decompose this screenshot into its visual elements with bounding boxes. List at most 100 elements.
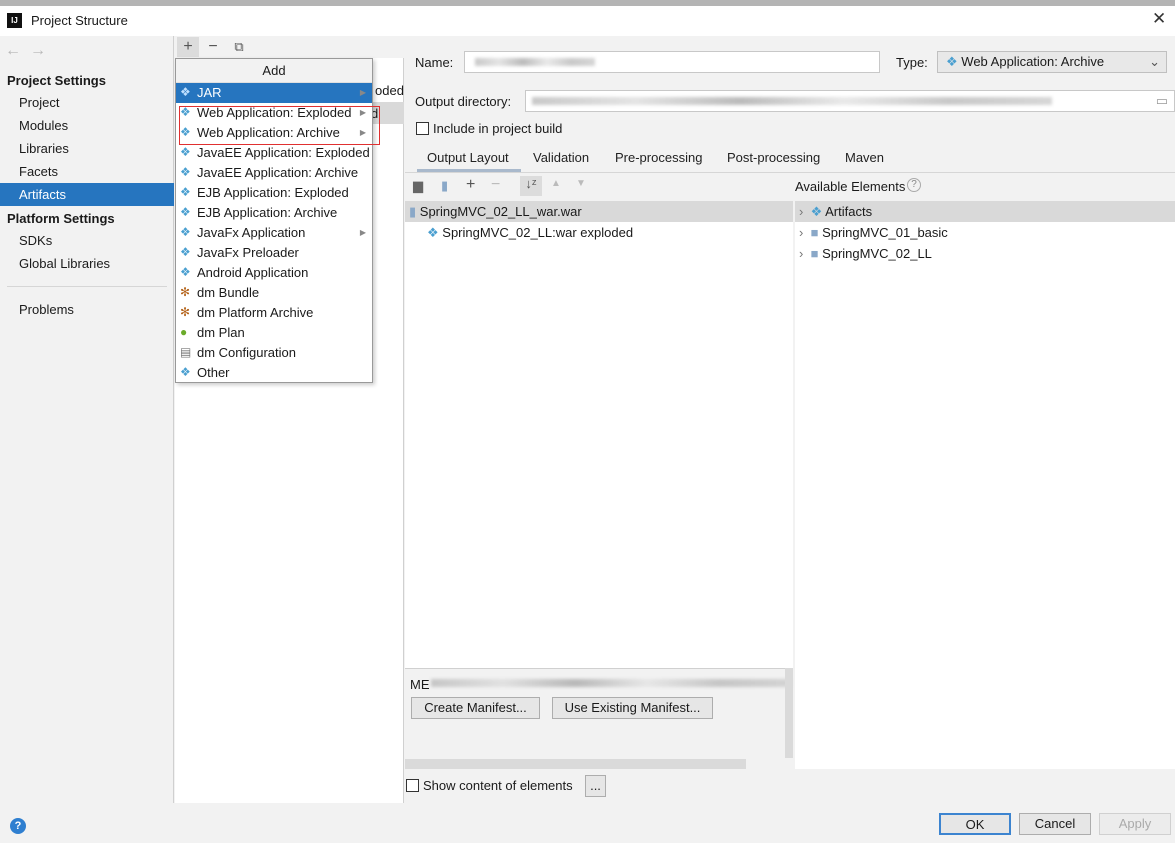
folder-icon[interactable]: ▭ [1156,93,1168,109]
menu-item-label: EJB Application: Archive [197,205,338,220]
type-value: Web Application: Archive [961,54,1105,69]
vertical-scrollbar[interactable] [785,668,793,758]
remove-element-icon[interactable]: − [491,176,500,194]
menu-item-dm-platform-archive[interactable]: ✻ dm Platform Archive [176,303,372,323]
name-input[interactable] [464,51,880,73]
create-manifest-button[interactable]: Create Manifest... [411,697,540,719]
tree-row[interactable]: ▮ SpringMVC_02_LL_war.war [405,201,793,222]
add-icon[interactable]: + [177,37,199,57]
close-icon[interactable]: ✕ [1152,9,1166,29]
artifact-type-icon: ❖ [180,245,191,259]
tree-row[interactable]: ❖ SpringMVC_02_LL:war exploded [405,222,633,243]
output-layout-tree: ▮ SpringMVC_02_LL_war.war ❖ SpringMVC_02… [405,201,793,668]
name-label: Name: [415,55,454,70]
sort-icon[interactable]: ↓ᶻ [520,176,542,196]
sidebar-item-global-libraries[interactable]: Global Libraries [0,252,174,275]
available-elements-tree: › ❖ Artifacts › ■ SpringMVC_01_basic › ■… [795,201,1175,769]
ok-button[interactable]: OK [939,813,1011,835]
show-content-label: Show content of elements [423,778,573,793]
divider [7,286,167,287]
sidebar-item-sdks[interactable]: SDKs [0,229,174,252]
tree-row-label: SpringMVC_02_LL_war.war [419,204,582,219]
copy-icon[interactable]: ⧉ [228,37,250,57]
chevron-down-icon: ⌄ [1149,54,1160,69]
artifact-type-icon: ❖ [180,205,191,219]
menu-item-ejb-application-archive[interactable]: ❖ EJB Application: Archive [176,203,372,223]
menu-item-label: dm Bundle [197,285,260,300]
available-row[interactable]: › ❖ Artifacts [795,201,1175,222]
show-content-options-button[interactable]: ... [585,775,606,797]
new-folder-icon[interactable]: ▆ [413,178,423,194]
manifest-path-label: ME [410,677,430,692]
menu-item-javafx-preloader[interactable]: ❖ JavaFx Preloader [176,243,372,263]
sidebar-item-project[interactable]: Project [0,91,174,114]
artifact-type-icon: ❖ [180,225,191,239]
menu-item-label: dm Platform Archive [197,305,314,320]
available-row-label: Artifacts [825,204,873,219]
back-arrow-icon[interactable]: ← [5,42,21,60]
chevron-right-icon[interactable]: › [799,225,803,240]
title-bar: IJ Project Structure ✕ [0,6,1175,36]
menu-item-label: JavaEE Application: Archive [197,165,359,180]
help-icon[interactable]: ? [10,818,26,834]
available-row[interactable]: › ■ SpringMVC_02_LL [795,243,932,264]
tab-maven[interactable]: Maven [845,150,884,165]
menu-item-javaee-application-archive[interactable]: ❖ JavaEE Application: Archive [176,163,372,183]
submenu-arrow-icon: ▶ [359,88,366,97]
apply-button[interactable]: Apply [1099,813,1171,835]
artifact-row-partial[interactable]: oded [375,83,404,98]
help-icon[interactable]: ? [907,178,921,192]
artifact-type-icon: ● [180,325,188,339]
menu-item-other[interactable]: ❖ Other [176,363,372,383]
type-dropdown[interactable]: ❖ Web Application: Archive ⌄ [937,51,1167,73]
add-menu-title: Add [176,59,372,83]
sidebar-item-artifacts[interactable]: Artifacts [0,183,174,206]
menu-item-label: EJB Application: Exploded [197,185,349,200]
menu-item-dm-plan[interactable]: ● dm Plan [176,323,372,343]
forward-arrow-icon[interactable]: → [30,42,46,60]
menu-item-dm-bundle[interactable]: ✻ dm Bundle [176,283,372,303]
menu-item-dm-configuration[interactable]: ▤ dm Configuration [176,343,372,363]
artifact-type-icon: ❖ [180,145,191,159]
chevron-right-icon[interactable]: › [799,246,803,261]
archive-icon[interactable]: ▮ [441,178,448,194]
war-archive-icon: ▮ [409,204,417,219]
artifact-type-icon: ❖ [180,265,191,279]
show-content-checkbox[interactable] [406,779,419,792]
chevron-right-icon[interactable]: › [799,204,803,219]
tab-pre-processing[interactable]: Pre-processing [615,150,702,165]
menu-item-label: JavaFx Application [197,225,306,240]
menu-item-javafx-application[interactable]: ❖ JavaFx Application ▶ [176,223,372,243]
horizontal-scrollbar[interactable] [405,759,746,769]
cancel-button[interactable]: Cancel [1019,813,1091,835]
module-icon: ■ [810,246,819,261]
tree-row-label: SpringMVC_02_LL:war exploded [442,225,634,240]
menu-item-label: Android Application [197,265,309,280]
tab-validation[interactable]: Validation [533,150,589,165]
menu-item-javaee-application-exploded[interactable]: ❖ JavaEE Application: Exploded [176,143,372,163]
output-directory-input[interactable]: ▭ [525,90,1175,112]
include-build-checkbox[interactable] [416,122,429,135]
tab-output-layout[interactable]: Output Layout [427,150,509,165]
module-icon: ■ [810,225,819,240]
available-elements-label: Available Elements [795,179,906,194]
tab-post-processing[interactable]: Post-processing [727,150,820,165]
remove-icon[interactable]: − [202,37,224,57]
move-up-icon[interactable]: ▲ [551,178,561,189]
highlight-box [179,106,380,145]
section-project-settings: Project Settings [7,73,106,88]
available-row[interactable]: › ■ SpringMVC_01_basic [795,222,948,243]
sidebar-item-facets[interactable]: Facets [0,160,174,183]
move-down-icon[interactable]: ▼ [576,178,586,189]
menu-item-jar[interactable]: ❖ JAR ▶ [176,83,372,103]
sidebar-item-modules[interactable]: Modules [0,114,174,137]
menu-item-label: JAR [197,85,222,100]
menu-item-ejb-application-exploded[interactable]: ❖ EJB Application: Exploded [176,183,372,203]
sidebar-item-problems[interactable]: Problems [0,298,174,321]
sidebar: ← → Project Settings Project Modules Lib… [0,36,174,803]
use-existing-manifest-button[interactable]: Use Existing Manifest... [552,697,713,719]
sidebar-item-libraries[interactable]: Libraries [0,137,174,160]
add-element-icon[interactable]: + [466,176,475,194]
menu-item-android-application[interactable]: ❖ Android Application [176,263,372,283]
web-exploded-icon: ❖ [427,225,439,240]
